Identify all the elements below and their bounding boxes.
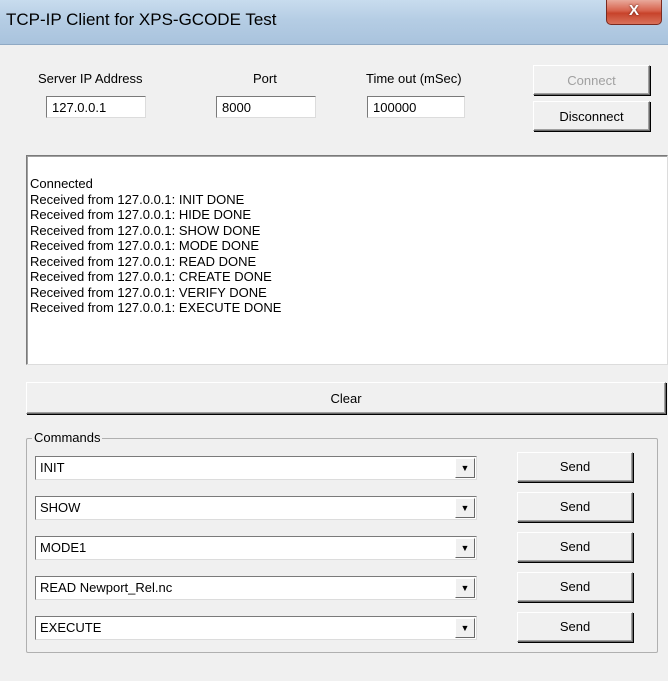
- send-button-2[interactable]: Send: [517, 492, 633, 522]
- command-value: EXECUTE: [40, 620, 102, 635]
- window-title: TCP-IP Client for XPS-GCODE Test: [6, 10, 277, 29]
- command-select-2[interactable]: SHOW ▼: [35, 496, 477, 520]
- chevron-down-icon[interactable]: ▼: [455, 498, 475, 518]
- close-icon: X: [628, 2, 639, 19]
- send-button-5[interactable]: Send: [517, 612, 633, 642]
- chevron-down-icon[interactable]: ▼: [455, 578, 475, 598]
- log-line: Connected: [30, 176, 93, 191]
- command-select-4[interactable]: READ Newport_Rel.nc ▼: [35, 576, 477, 600]
- command-select-5[interactable]: EXECUTE ▼: [35, 616, 477, 640]
- title-bar: TCP-IP Client for XPS-GCODE Test X: [0, 0, 668, 45]
- timeout-label: Time out (mSec): [366, 71, 462, 86]
- server-ip-input[interactable]: [46, 96, 146, 118]
- send-button-4[interactable]: Send: [517, 572, 633, 602]
- command-value: INIT: [40, 460, 65, 475]
- command-value: SHOW: [40, 500, 81, 515]
- port-input[interactable]: [216, 96, 316, 118]
- message-log[interactable]: Connected Received from 127.0.0.1: INIT …: [26, 155, 668, 365]
- log-line: Received from 127.0.0.1: INIT DONE: [30, 191, 245, 207]
- log-line: Received from 127.0.0.1: CREATE DONE: [30, 269, 272, 284]
- log-line: Received from 127.0.0.1: EXECUTE DONE: [30, 300, 282, 315]
- client-area: Server IP Address Port Time out (mSec) C…: [8, 45, 668, 681]
- disconnect-button[interactable]: Disconnect: [533, 101, 650, 131]
- send-button-1[interactable]: Send: [517, 452, 633, 482]
- commands-group-label: Commands: [32, 430, 103, 445]
- connect-button[interactable]: Connect: [533, 65, 650, 95]
- log-line: Received from 127.0.0.1: MODE DONE: [30, 238, 260, 253]
- log-line: Received from 127.0.0.1: READ DONE: [30, 253, 257, 269]
- port-label: Port: [253, 71, 277, 86]
- command-value: READ Newport_Rel.nc: [40, 580, 173, 595]
- command-select-1[interactable]: INIT ▼: [35, 456, 477, 480]
- server-ip-label: Server IP Address: [38, 71, 143, 86]
- chevron-down-icon[interactable]: ▼: [455, 538, 475, 558]
- close-button[interactable]: X: [606, 0, 662, 25]
- clear-button[interactable]: Clear: [26, 382, 666, 414]
- command-value: MODE1: [40, 540, 87, 555]
- chevron-down-icon[interactable]: ▼: [455, 458, 475, 478]
- log-line: Received from 127.0.0.1: HIDE DONE: [30, 207, 252, 222]
- send-button-3[interactable]: Send: [517, 532, 633, 562]
- timeout-input[interactable]: [367, 96, 465, 118]
- log-line: Received from 127.0.0.1: SHOW DONE: [30, 222, 261, 238]
- log-line: Received from 127.0.0.1: VERIFY DONE: [30, 284, 267, 300]
- command-select-3[interactable]: MODE1 ▼: [35, 536, 477, 560]
- chevron-down-icon[interactable]: ▼: [455, 618, 475, 638]
